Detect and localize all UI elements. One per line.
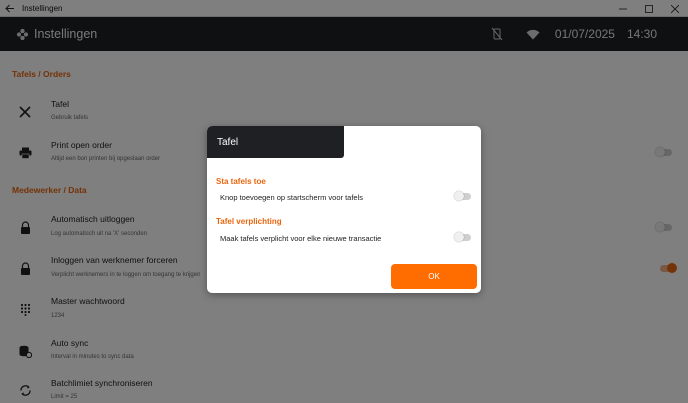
dialog-title: Tafel	[217, 137, 239, 148]
dialog-section-table-required: Tafel verplichting	[216, 217, 282, 226]
tafel-dialog: Tafel Sta tafels toe Knop toevoegen op s…	[207, 126, 481, 293]
dialog-header: Tafel	[207, 126, 344, 158]
allow-tables-toggle[interactable]	[454, 191, 471, 201]
table-required-toggle[interactable]	[454, 232, 471, 242]
dialog-section-allow-tables: Sta tafels toe	[216, 177, 266, 186]
ok-button[interactable]: OK	[391, 264, 477, 289]
dialog-option-label: Knop toevoegen op startscherm voor tafel…	[220, 193, 363, 202]
dialog-option-label: Maak tafels verplicht voor elke nieuwe t…	[220, 234, 382, 243]
